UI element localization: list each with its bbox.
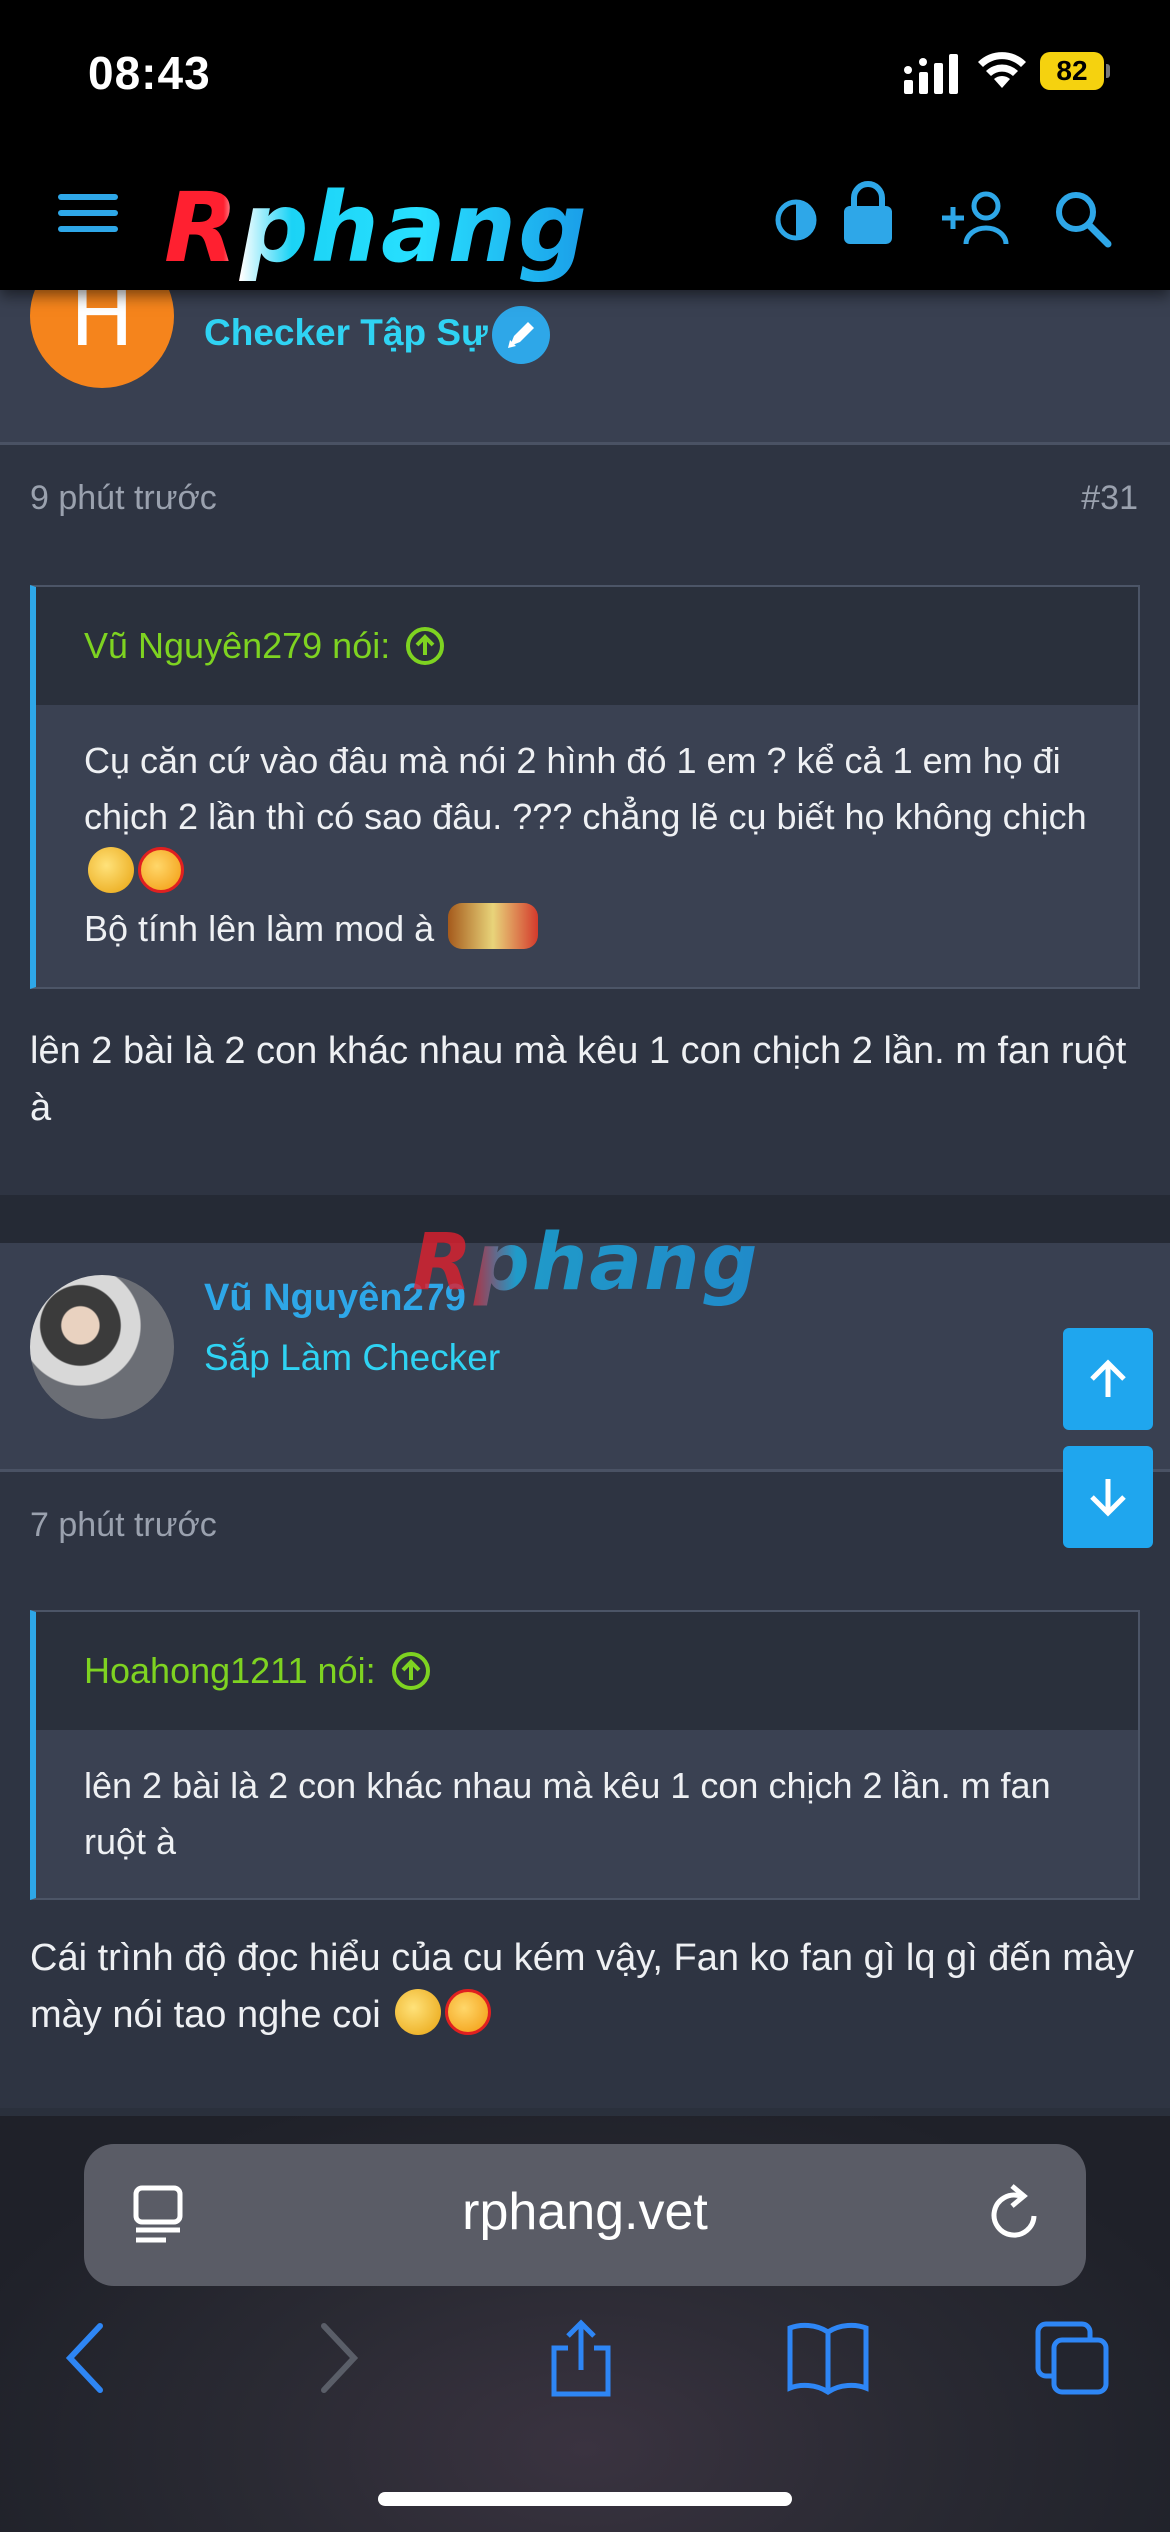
search-icon[interactable] — [1054, 190, 1112, 248]
post-body: 9 phút trước #31 Vũ Nguyên279 nói: Cụ că… — [0, 445, 1170, 1195]
register-icon[interactable] — [942, 190, 1014, 246]
post-content-text: Cái trình độ đọc hiểu của cu kém vậy, Fa… — [30, 1937, 1135, 2036]
quote-text: Cụ căn cứ vào đâu mà nói 2 hình đó 1 em … — [36, 705, 1138, 981]
cellular-signal-icon — [904, 54, 958, 94]
post-content: lên 2 bài là 2 con khác nhau mà kêu 1 co… — [30, 1030, 1127, 1129]
quote-block: Hoahong1211 nói: lên 2 bài là 2 con khác… — [30, 1610, 1140, 1900]
avatar[interactable] — [30, 1275, 174, 1419]
theme-toggle-icon[interactable] — [774, 198, 818, 242]
watermark-logo: Rphang — [412, 1218, 760, 1308]
quote-author[interactable]: Hoahong1211 nói: — [84, 1650, 376, 1692]
post-time[interactable]: 9 phút trước — [30, 479, 217, 518]
battery-icon: 82 — [1040, 52, 1110, 90]
quote-text: lên 2 bài là 2 con khác nhau mà kêu 1 co… — [84, 1765, 1051, 1862]
status-time: 08:43 — [88, 47, 211, 99]
post-body: 7 phút trước Hoahong1211 nói: lên 2 bài … — [0, 1472, 1170, 2108]
home-indicator — [378, 2492, 792, 2506]
battery-level: 82 — [1040, 52, 1104, 90]
badge-icon — [492, 306, 550, 364]
lock-icon[interactable] — [842, 180, 894, 246]
reload-icon[interactable] — [986, 2182, 1046, 2246]
app-header: Rphang — [0, 150, 1170, 290]
quote-author[interactable]: Vũ Nguyên279 nói: — [84, 625, 390, 667]
post-time[interactable]: 7 phút trước — [30, 1506, 217, 1545]
quote-header[interactable]: Vũ Nguyên279 nói: — [36, 587, 1138, 705]
forward-icon[interactable] — [318, 2318, 362, 2398]
post-content: Cái trình độ đọc hiểu của cu kém vậy, Fa… — [30, 1930, 1140, 2044]
post-number[interactable]: #31 — [1081, 479, 1138, 518]
arrow-down-icon — [1090, 1479, 1126, 1517]
quote-block: Vũ Nguyên279 nói: Cụ căn cứ vào đâu mà n… — [30, 585, 1140, 989]
bookmarks-icon[interactable] — [786, 2318, 870, 2398]
quote-line: Cụ căn cứ vào đâu mà nói 2 hình đó 1 em … — [84, 740, 1087, 837]
post-user-block: H Checker Tập Sự — [0, 244, 1170, 442]
thinking-emoji-icon — [395, 1989, 442, 2035]
site-logo[interactable]: Rphang — [164, 172, 589, 284]
scroll-top-button[interactable] — [1063, 1328, 1153, 1430]
tabs-icon[interactable] — [1034, 2318, 1112, 2398]
user-role: Checker Tập Sự — [204, 312, 488, 353]
status-bar: 08:43 82 — [0, 0, 1170, 150]
menu-icon[interactable] — [58, 194, 118, 244]
laugh-emoji-icon — [445, 1989, 492, 2035]
thinking-emoji-icon — [88, 847, 134, 893]
user-role: Sắp Làm Checker — [204, 1337, 501, 1378]
quote-line: Bộ tính lên làm mod à — [84, 908, 435, 949]
address-bar[interactable]: rphang.vet — [84, 2144, 1086, 2286]
laugh-emoji-icon — [138, 847, 184, 893]
wifi-icon — [978, 52, 1026, 88]
arrow-up-circle-icon[interactable] — [390, 1650, 432, 1692]
mod-emoji-icon — [448, 903, 539, 949]
scroll-bottom-button[interactable] — [1063, 1446, 1153, 1548]
arrow-up-icon — [1090, 1359, 1126, 1397]
arrow-up-circle-icon[interactable] — [404, 625, 446, 667]
quote-header[interactable]: Hoahong1211 nói: — [36, 1612, 1138, 1730]
back-icon[interactable] — [62, 2318, 106, 2398]
share-icon[interactable] — [548, 2318, 614, 2398]
url-text[interactable]: rphang.vet — [84, 2182, 1086, 2242]
